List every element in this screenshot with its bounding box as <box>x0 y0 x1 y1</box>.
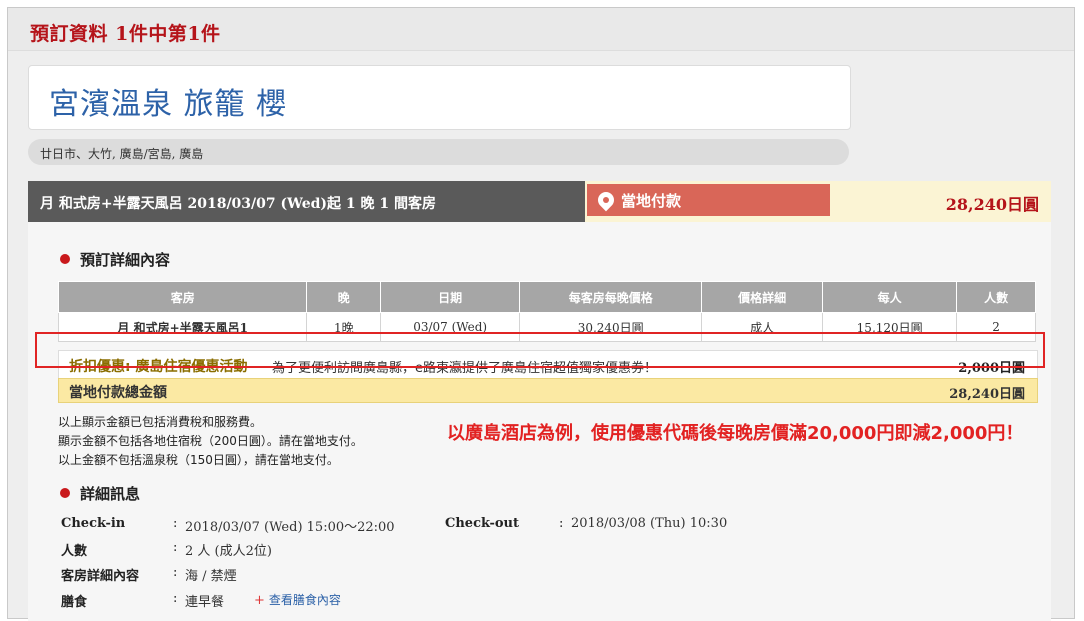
price-notes: 以上顯示金額已包括消費稅和服務費。 顯示金額不包括各地住宿稅（200日圓）。請在… <box>58 413 363 470</box>
payment-method-label-box: 當地付款 <box>587 184 830 216</box>
header-bar: 預訂資料 1件中第1件 <box>8 8 1074 51</box>
total-row: 當地付款總金額 28,240日圓 <box>58 378 1038 403</box>
hotel-location: 廿日市、大竹, 廣島/宮島, 廣島 <box>40 147 204 161</box>
discount-highlight-box <box>35 332 1045 368</box>
payment-amount: 28,240日圓 <box>945 195 1039 214</box>
location-bar: 廿日市、大竹, 廣島/宮島, 廣島 <box>28 139 849 165</box>
guests-label: 人數 <box>61 544 88 559</box>
bullet-icon <box>60 254 70 264</box>
meal-label: 膳食 <box>61 595 88 610</box>
total-amount: 28,240日圓 <box>949 387 1025 402</box>
checkout-label: Check-out <box>445 516 519 531</box>
note-line: 以上顯示金額已包括消費稅和服務費。 <box>58 415 263 429</box>
room-summary-bar: 月 和式房+半露天風呂 2018/03/07 (Wed)起 1 晚 1 間客房 <box>28 181 585 222</box>
total-label: 當地付款總金額 <box>69 385 167 401</box>
checkin-value: 2018/03/07 (Wed) 15:00～22:00 <box>185 520 395 535</box>
bullet-icon <box>60 488 70 498</box>
colon: : <box>559 516 564 531</box>
checkout-value: 2018/03/08 (Thu) 10:30 <box>571 516 728 531</box>
table-header: 晚 <box>306 281 382 313</box>
meal-link-wrapper[interactable]: + 查看膳食內容 <box>254 591 341 608</box>
table-header: 日期 <box>380 281 521 313</box>
colon: : <box>173 516 178 531</box>
colon: : <box>173 565 178 580</box>
hotel-name-box: 宮濱溫泉 旅籠 櫻 <box>28 65 851 130</box>
note-line: 顯示金額不包括各地住宿稅（200日圓）。請在當地支付。 <box>58 434 363 448</box>
checkin-label: Check-in <box>61 516 126 531</box>
plus-icon: + <box>254 593 265 608</box>
promo-annotation: 以廣島酒店為例，使用優惠代碼後每晚房價滿20,000円即減2,000円！ <box>447 423 1024 444</box>
colon: : <box>173 540 178 555</box>
table-header: 客房 <box>57 281 308 313</box>
table-header-row: 客房 晚 日期 每客房每晚價格 價格詳細 每人 人數 <box>57 281 1036 313</box>
page-title: 預訂資料 1件中第1件 <box>30 23 221 45</box>
location-pin-icon <box>594 188 618 212</box>
room-detail-label: 客房詳細內容 <box>61 569 140 584</box>
table-header: 價格詳細 <box>701 281 824 313</box>
colon: : <box>173 591 178 606</box>
payment-box: 當地付款 28,240日圓 <box>585 181 1051 222</box>
booking-panel: 預訂資料 1件中第1件 宮濱溫泉 旅籠 櫻 廿日市、大竹, 廣島/宮島, 廣島 … <box>7 7 1075 621</box>
room-summary-text: 月 和式房+半露天風呂 2018/03/07 (Wed)起 1 晚 1 間客房 <box>40 196 437 212</box>
booking-details-title: 預訂詳細內容 <box>80 251 171 269</box>
hotel-name[interactable]: 宮濱溫泉 旅籠 櫻 <box>49 79 287 123</box>
meal-value: 連早餐 <box>185 595 225 610</box>
payment-method-label: 當地付款 <box>621 192 682 210</box>
note-line: 以上金額不包括溫泉稅（150日圓），請在當地支付。 <box>58 453 339 467</box>
booking-content: 月 和式房+半露天風呂 2018/03/07 (Wed)起 1 晚 1 間客房 … <box>28 181 1051 621</box>
table-header: 每人 <box>822 281 958 313</box>
room-detail-value: 海 / 禁煙 <box>185 569 237 584</box>
details-title: 詳細訊息 <box>80 485 141 503</box>
guests-value: 2 人 (成人2位) <box>185 544 272 559</box>
table-header: 人數 <box>956 281 1036 313</box>
table-header: 每客房每晚價格 <box>519 281 703 313</box>
